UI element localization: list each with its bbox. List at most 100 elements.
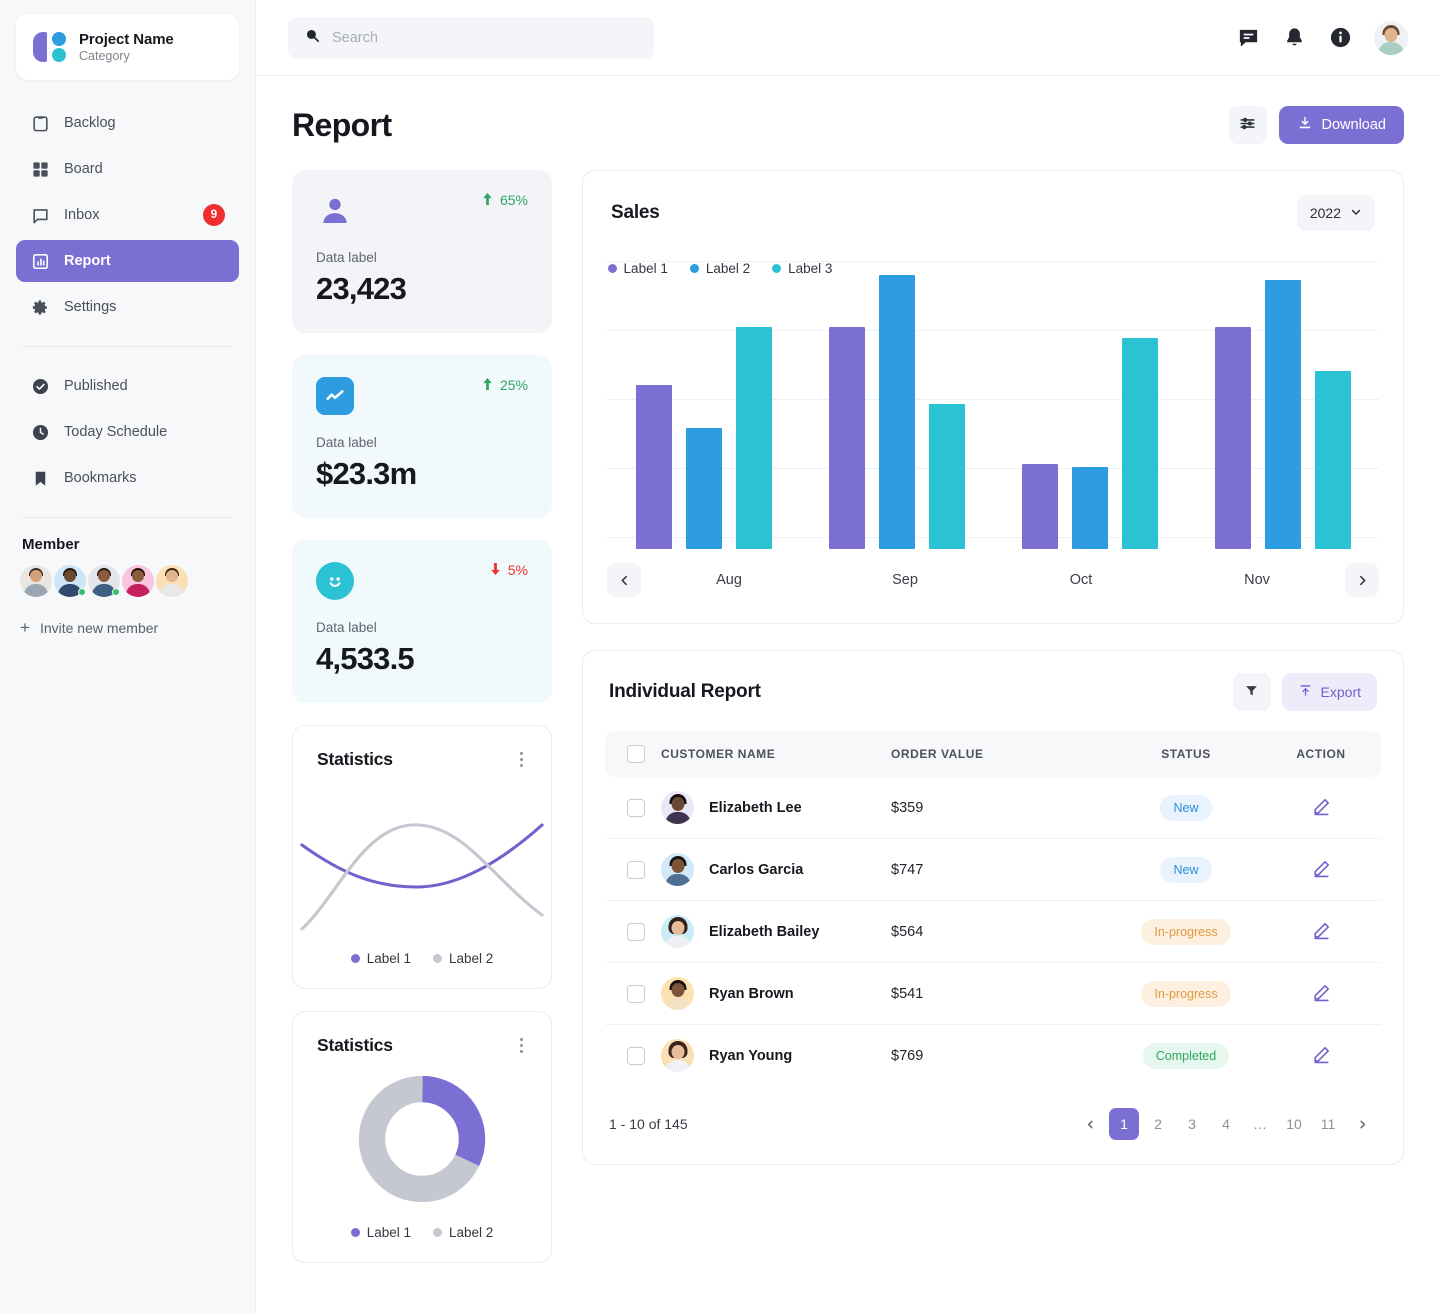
- bell-icon[interactable]: [1282, 26, 1306, 50]
- card-title: Statistics: [317, 749, 393, 770]
- table-row: Elizabeth Lee $359 New: [605, 777, 1381, 839]
- gear-icon: [30, 297, 50, 317]
- column-order-value[interactable]: ORDER VALUE: [891, 731, 1111, 777]
- line-chart-legend: Label 1 Label 2: [293, 937, 551, 988]
- kpi-value: $23.3m: [316, 456, 528, 492]
- sidebar-item-label: Published: [64, 378, 225, 394]
- month-label[interactable]: Oct: [993, 572, 1169, 588]
- bar-chart-icon: [30, 251, 50, 271]
- prev-page-button[interactable]: [1075, 1108, 1105, 1140]
- page-button[interactable]: 2: [1143, 1108, 1173, 1140]
- sidebar-item-backlog[interactable]: Backlog: [16, 102, 239, 144]
- page-button[interactable]: 11: [1313, 1108, 1343, 1140]
- download-button[interactable]: Download: [1279, 106, 1405, 144]
- next-page-button[interactable]: [1347, 1108, 1377, 1140]
- filter-settings-button[interactable]: [1229, 106, 1267, 144]
- kpi-delta: 65%: [482, 192, 528, 208]
- page-ellipsis: …: [1245, 1108, 1275, 1140]
- avatar[interactable]: [122, 565, 154, 597]
- row-checkbox[interactable]: [627, 799, 645, 817]
- filter-button[interactable]: [1233, 673, 1271, 711]
- line-chart: [293, 771, 551, 937]
- avatar[interactable]: [20, 565, 52, 597]
- plus-icon: +: [20, 619, 30, 636]
- column-status[interactable]: STATUS: [1111, 731, 1261, 777]
- page-button[interactable]: 4: [1211, 1108, 1241, 1140]
- sidebar-item-label: Today Schedule: [64, 424, 225, 440]
- edit-row-button[interactable]: [1310, 795, 1333, 818]
- legend-label: Label 1: [367, 951, 411, 966]
- page-header: Report Download: [292, 106, 1404, 144]
- table-header-row: CUSTOMER NAME ORDER VALUE STATUS ACTION: [605, 731, 1381, 777]
- page-title: Report: [292, 107, 392, 144]
- customer-name: Ryan Brown: [709, 986, 794, 1002]
- table-header: CUSTOMER NAME ORDER VALUE STATUS ACTION: [605, 731, 1381, 777]
- sidebar-item-board[interactable]: Board: [16, 148, 239, 190]
- export-button[interactable]: Export: [1282, 673, 1377, 711]
- search-box[interactable]: [288, 17, 654, 59]
- card-menu-icon[interactable]: [516, 1034, 527, 1057]
- page-button[interactable]: 3: [1177, 1108, 1207, 1140]
- month-label[interactable]: Nov: [1169, 572, 1345, 588]
- arrow-up-icon: [482, 377, 493, 393]
- legend-label: Label 2: [449, 951, 493, 966]
- invite-new-member-button[interactable]: + Invite new member: [20, 619, 235, 636]
- prev-month-button[interactable]: [607, 563, 641, 597]
- bar-group-sep: [800, 261, 993, 549]
- table-body: Elizabeth Lee $359 New: [605, 777, 1381, 1086]
- app-root: Project Name Category Backlog Board Inbo…: [0, 0, 1440, 1314]
- order-value: $769: [891, 1025, 1111, 1087]
- month-label[interactable]: Sep: [817, 572, 993, 588]
- column-action[interactable]: ACTION: [1261, 731, 1381, 777]
- legend-item: Label 1: [351, 951, 411, 966]
- bar-label2: [879, 275, 915, 549]
- search-input[interactable]: [332, 30, 638, 46]
- message-icon[interactable]: [1236, 26, 1260, 50]
- kpi-card-satisfaction: 5% Data label 4,533.5: [292, 540, 552, 703]
- order-value: $359: [891, 777, 1111, 839]
- month-label[interactable]: Aug: [641, 572, 817, 588]
- invite-label: Invite new member: [40, 620, 158, 636]
- edit-row-button[interactable]: [1310, 857, 1333, 880]
- edit-row-button[interactable]: [1310, 919, 1333, 942]
- sidebar-item-settings[interactable]: Settings: [16, 286, 239, 328]
- avatar[interactable]: [54, 565, 86, 597]
- card-menu-icon[interactable]: [516, 748, 527, 771]
- order-value: $564: [891, 901, 1111, 963]
- next-month-button[interactable]: [1345, 563, 1379, 597]
- row-checkbox[interactable]: [627, 861, 645, 879]
- legend-item: Label 1: [351, 1225, 411, 1240]
- row-checkbox[interactable]: [627, 923, 645, 941]
- member-section-title: Member: [22, 536, 233, 553]
- arrow-up-icon: [482, 192, 493, 208]
- page-button[interactable]: 1: [1109, 1108, 1139, 1140]
- year-select[interactable]: 2022: [1297, 195, 1375, 231]
- sidebar-item-today-schedule[interactable]: Today Schedule: [16, 411, 239, 453]
- brand-block[interactable]: Project Name Category: [16, 14, 239, 80]
- right-column: Sales 2022: [582, 170, 1404, 1165]
- edit-row-button[interactable]: [1310, 1043, 1333, 1066]
- user-avatar[interactable]: [1374, 21, 1408, 55]
- row-checkbox[interactable]: [627, 1047, 645, 1065]
- app-logo-icon: [32, 30, 66, 64]
- row-checkbox[interactable]: [627, 985, 645, 1003]
- sidebar-item-bookmarks[interactable]: Bookmarks: [16, 457, 239, 499]
- info-icon[interactable]: [1328, 26, 1352, 50]
- sidebar-item-label: Board: [64, 161, 225, 177]
- page-button[interactable]: 10: [1279, 1108, 1309, 1140]
- edit-row-button[interactable]: [1310, 981, 1333, 1004]
- avatar[interactable]: [156, 565, 188, 597]
- year-value: 2022: [1310, 205, 1341, 221]
- select-all-checkbox[interactable]: [627, 745, 645, 763]
- column-customer-name[interactable]: CUSTOMER NAME: [661, 731, 891, 777]
- sidebar-item-inbox[interactable]: Inbox 9: [16, 194, 239, 236]
- sidebar-item-published[interactable]: Published: [16, 365, 239, 407]
- sidebar-item-report[interactable]: Report: [16, 240, 239, 282]
- avatar[interactable]: [88, 565, 120, 597]
- content-area: Report Download: [256, 76, 1440, 1314]
- sales-plot-area: [583, 231, 1403, 549]
- search-icon: [304, 27, 321, 49]
- topbar: [256, 0, 1440, 76]
- export-label: Export: [1321, 684, 1361, 700]
- statistics-donut-card: Statistics Label 1 Label 2: [292, 1011, 552, 1263]
